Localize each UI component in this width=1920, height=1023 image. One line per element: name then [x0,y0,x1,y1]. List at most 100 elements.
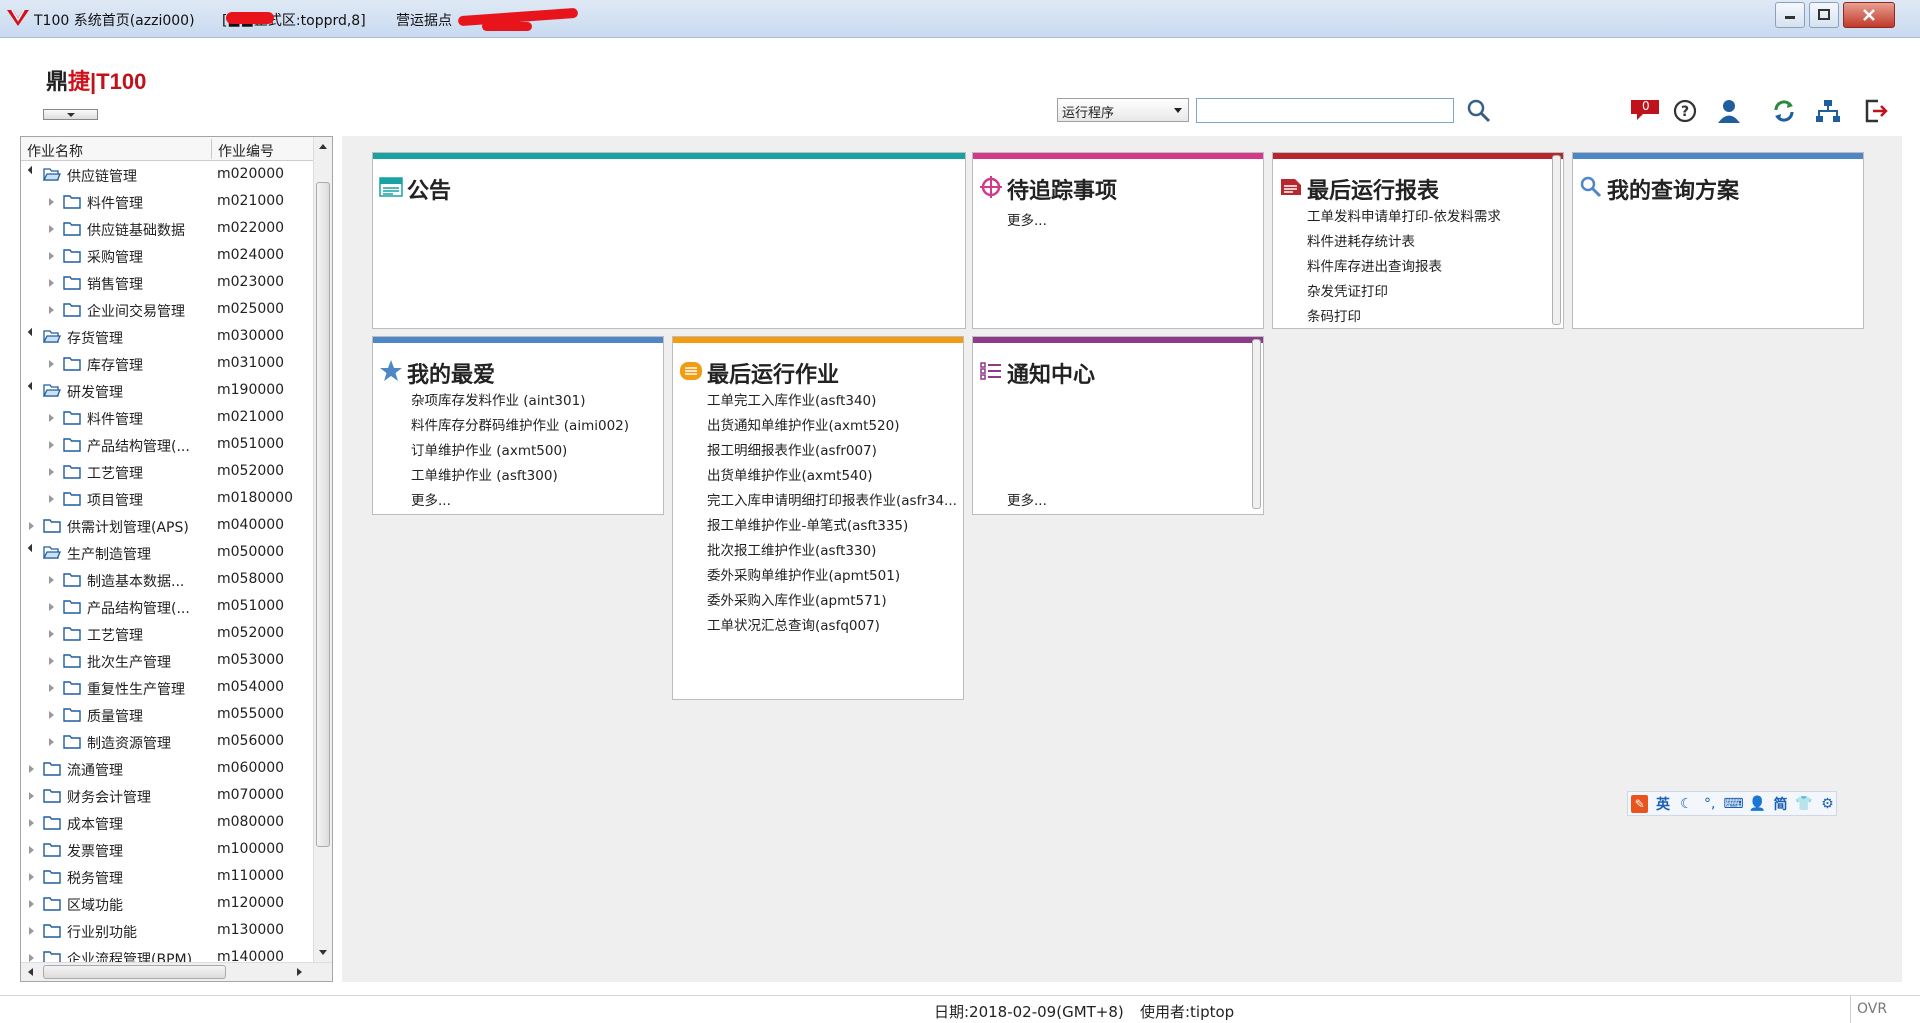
collapsed-toggle-icon[interactable] [49,198,54,206]
tree-row[interactable]: 生产制造管理 m050000 [21,540,313,567]
notification-more-link[interactable]: 更多... [1007,489,1047,509]
collapsed-toggle-icon[interactable] [29,927,34,935]
tree-row[interactable]: 制造资源管理 m056000 [21,729,313,756]
tree-header-code[interactable]: 作业编号 [218,141,274,161]
report-item[interactable]: 杂发凭证打印 [1307,280,1501,305]
recent-job-item[interactable]: 工单状况汇总查询(asfq007) [707,614,957,639]
collapsed-toggle-icon[interactable] [49,684,54,692]
collapsed-toggle-icon[interactable] [49,495,54,503]
tree-row[interactable]: 质量管理 m055000 [21,702,313,729]
tree-row[interactable]: 料件管理 m021000 [21,405,313,432]
recent-job-item[interactable]: 报工单维护作业-单笔式(asft335) [707,514,957,539]
collapsed-toggle-icon[interactable] [49,630,54,638]
collapsed-toggle-icon[interactable] [49,738,54,746]
tracking-more-link[interactable]: 更多... [1007,209,1047,229]
tree-row[interactable]: 行业别功能 m130000 [21,918,313,945]
collapsed-toggle-icon[interactable] [49,252,54,260]
moon-icon[interactable]: ☾ [1678,795,1695,813]
tree-vertical-thumb[interactable] [316,182,330,847]
logout-icon[interactable] [1864,98,1890,124]
recent-job-item[interactable]: 委外采购入库作业(apmt571) [707,589,957,614]
tree-row[interactable]: 项目管理 m0180000 [21,486,313,513]
tree-row[interactable]: 供应链管理 m020000 [21,162,313,189]
tree-row[interactable]: 销售管理 m023000 [21,270,313,297]
collapsed-toggle-icon[interactable] [29,819,34,827]
tree-row[interactable]: 库存管理 m031000 [21,351,313,378]
recent-job-item[interactable]: 出货单维护作业(axmt540) [707,464,957,489]
recent-job-item[interactable]: 工单完工入库作业(asft340) [707,389,957,414]
collapsed-toggle-icon[interactable] [49,360,54,368]
recent-job-item[interactable]: 批次报工维护作业(asft330) [707,539,957,564]
tree-header-name[interactable]: 作业名称 [27,141,83,161]
collapsed-toggle-icon[interactable] [49,441,54,449]
shirt-icon[interactable]: 👕 [1795,795,1812,813]
collapsed-toggle-icon[interactable] [29,873,34,881]
minimize-button[interactable] [1775,2,1805,28]
reports-scrollbar[interactable] [1552,155,1561,325]
ime-mode-toggle[interactable]: 简 [1772,795,1789,813]
expanded-toggle-icon[interactable] [27,543,37,553]
tree-row[interactable]: 料件管理 m021000 [21,189,313,216]
recent-job-item[interactable]: 出货通知单维护作业(axmt520) [707,414,957,439]
ime-settings-icon[interactable]: ⚙ [1819,795,1836,813]
ime-lang-toggle[interactable]: 英 [1654,795,1671,813]
collapsed-toggle-icon[interactable] [49,576,54,584]
notification-badge[interactable]: 0 [1629,98,1661,124]
tree-row[interactable]: 工艺管理 m052000 [21,621,313,648]
tree-horizontal-thumb[interactable] [43,965,226,979]
maximize-button[interactable] [1809,2,1839,28]
collapsed-toggle-icon[interactable] [49,603,54,611]
tree-row[interactable]: 企业间交易管理 m025000 [21,297,313,324]
tree-vertical-scrollbar[interactable] [313,137,332,963]
person-icon[interactable]: 👤 [1748,795,1765,813]
collapsed-toggle-icon[interactable] [29,900,34,908]
tree-row[interactable]: 企业流程管理(BPM) m140000 [21,945,313,962]
tree-row[interactable]: 发票管理 m100000 [21,837,313,864]
collapsed-toggle-icon[interactable] [49,414,54,422]
tree-row[interactable]: 批次生产管理 m053000 [21,648,313,675]
tree-row[interactable]: 流通管理 m060000 [21,756,313,783]
punctuation-icon[interactable]: °, [1701,795,1718,813]
recent-job-item[interactable]: 报工明细报表作业(asfr007) [707,439,957,464]
help-icon[interactable]: ? [1672,98,1698,124]
expanded-toggle-icon[interactable] [27,165,37,175]
expanded-toggle-icon[interactable] [27,381,37,391]
menu-collapse-button[interactable] [43,109,98,120]
report-item[interactable]: 料件库存进出查询报表 [1307,255,1501,280]
notification-scrollbar[interactable] [1252,339,1261,509]
report-item[interactable]: 工单发料申请单打印-依发料需求 [1307,205,1501,230]
report-item[interactable]: 条码打印 [1307,305,1501,328]
tree-row[interactable]: 税务管理 m110000 [21,864,313,891]
search-icon[interactable] [1466,98,1492,124]
favorite-item[interactable]: 订单维护作业 (axmt500) [411,439,629,464]
tree-row[interactable]: 供需计划管理(APS) m040000 [21,513,313,540]
collapsed-toggle-icon[interactable] [29,954,34,962]
tree-row[interactable]: 存货管理 m030000 [21,324,313,351]
tree-row[interactable]: 采购管理 m024000 [21,243,313,270]
collapsed-toggle-icon[interactable] [49,657,54,665]
collapsed-toggle-icon[interactable] [49,279,54,287]
collapsed-toggle-icon[interactable] [49,711,54,719]
tree-row[interactable]: 成本管理 m080000 [21,810,313,837]
collapsed-toggle-icon[interactable] [29,846,34,854]
run-program-input[interactable] [1196,98,1454,123]
tree-row[interactable]: 产品结构管理(... m051000 [21,594,313,621]
tree-row[interactable]: 工艺管理 m052000 [21,459,313,486]
report-item[interactable]: 料件进耗存统计表 [1307,230,1501,255]
ime-logo-icon[interactable]: ✎ [1631,794,1649,813]
collapsed-toggle-icon[interactable] [49,225,54,233]
refresh-icon[interactable] [1771,98,1797,124]
tree-row[interactable]: 重复性生产管理 m054000 [21,675,313,702]
user-icon[interactable] [1716,98,1742,124]
tree-row[interactable]: 区域功能 m120000 [21,891,313,918]
favorite-item[interactable]: 料件库存分群码维护作业 (aimi002) [411,414,629,439]
keyboard-icon[interactable]: ⌨ [1723,795,1743,813]
scroll-up-icon[interactable] [319,144,327,149]
run-program-select[interactable]: 运行程序 [1057,98,1189,122]
favorite-item[interactable]: 工单维护作业 (asft300) [411,464,629,489]
collapsed-toggle-icon[interactable] [29,522,34,530]
tree-horizontal-scrollbar[interactable] [21,962,332,981]
tree-row[interactable]: 制造基本数据... m058000 [21,567,313,594]
scroll-left-icon[interactable] [28,968,33,976]
org-structure-icon[interactable] [1815,98,1841,124]
